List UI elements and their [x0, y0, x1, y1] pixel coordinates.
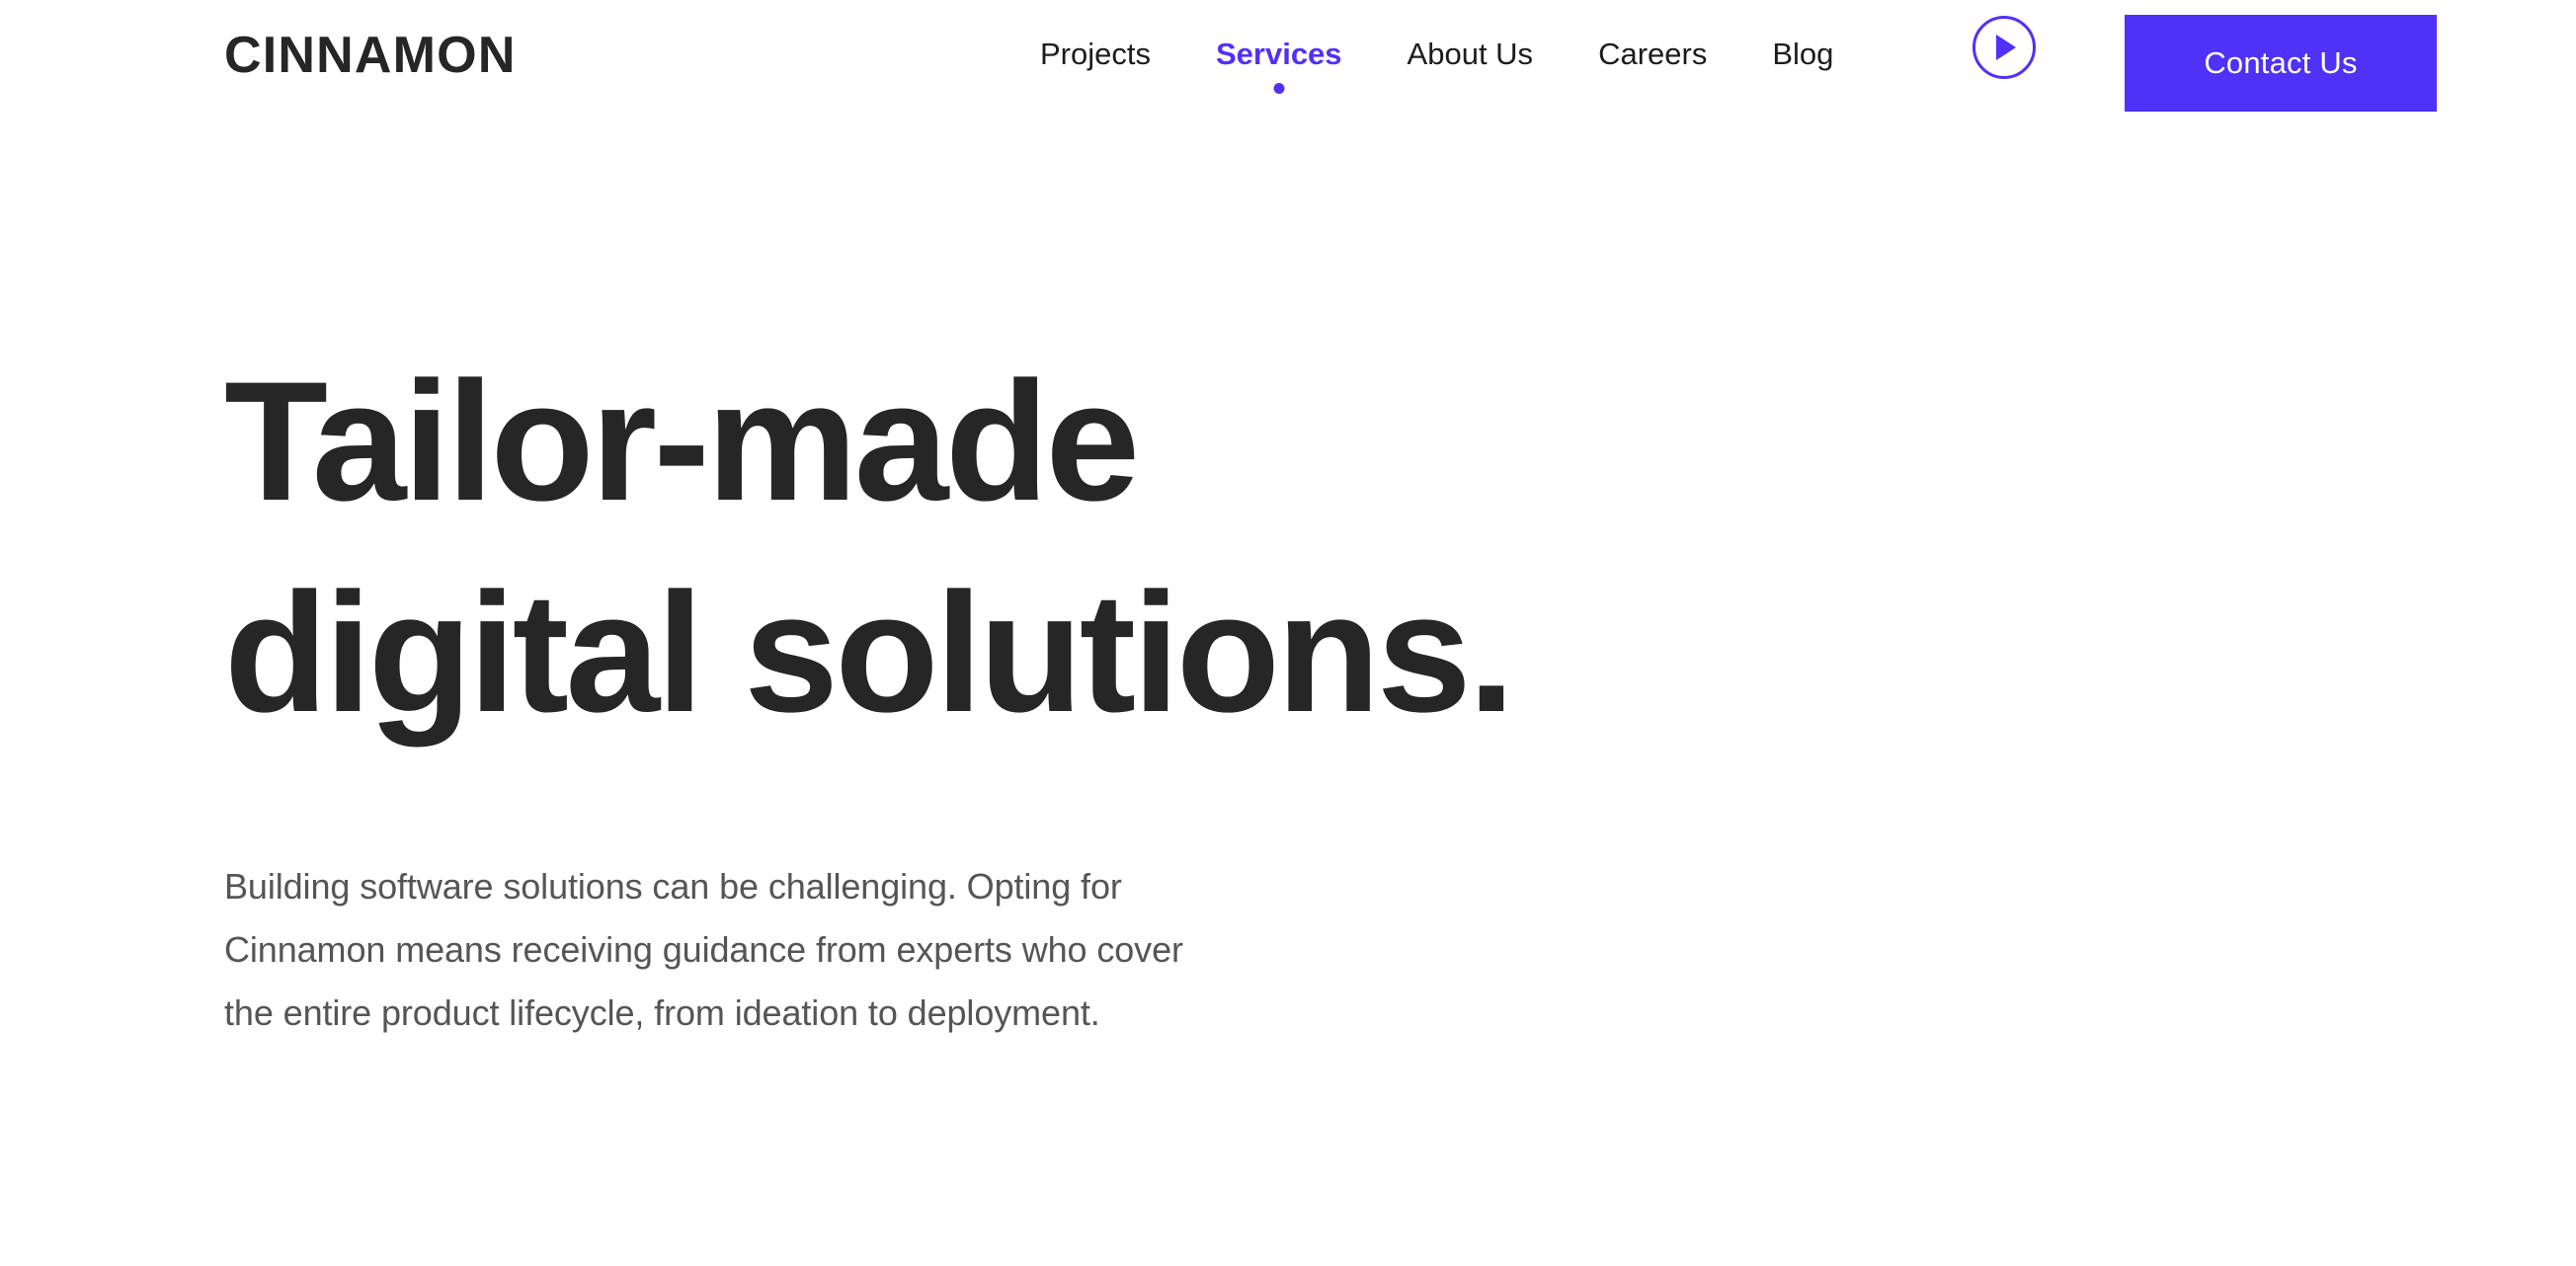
site-header: CINNAMON Projects Services About Us Care…: [0, 0, 2576, 126]
hero-description: Building software solutions can be chall…: [224, 855, 1528, 1045]
page-title: Tailor-made digital solutions.: [224, 336, 1903, 758]
nav-item-about-us[interactable]: About Us: [1375, 36, 1567, 72]
nav-item-services-label: Services: [1215, 37, 1342, 71]
play-icon: [1996, 35, 2016, 60]
contact-us-button[interactable]: Contact Us: [2125, 15, 2437, 112]
primary-navigation: Projects Services About Us Careers Blog: [1007, 36, 1866, 94]
hero-description-line-3: the entire product lifecycle, from ideat…: [224, 992, 1100, 1033]
page-title-line-1: Tailor-made: [224, 347, 1140, 536]
nav-item-projects[interactable]: Projects: [1007, 36, 1183, 72]
nav-item-services[interactable]: Services: [1183, 36, 1375, 94]
hero-description-line-1: Building software solutions can be chall…: [224, 866, 1122, 907]
brand-logo[interactable]: CINNAMON: [224, 30, 517, 81]
active-nav-dot-indicator: [1273, 83, 1285, 94]
hero-description-line-2: Cinnamon means receiving guidance from e…: [224, 929, 1183, 970]
hero-section: Tailor-made digital solutions. Building …: [224, 336, 1903, 1045]
landing-page: CINNAMON Projects Services About Us Care…: [0, 0, 2576, 1266]
page-title-line-2: digital solutions.: [224, 558, 1515, 748]
nav-item-careers[interactable]: Careers: [1566, 36, 1739, 72]
play-video-button[interactable]: [1972, 16, 2036, 79]
nav-item-blog[interactable]: Blog: [1739, 36, 1866, 72]
